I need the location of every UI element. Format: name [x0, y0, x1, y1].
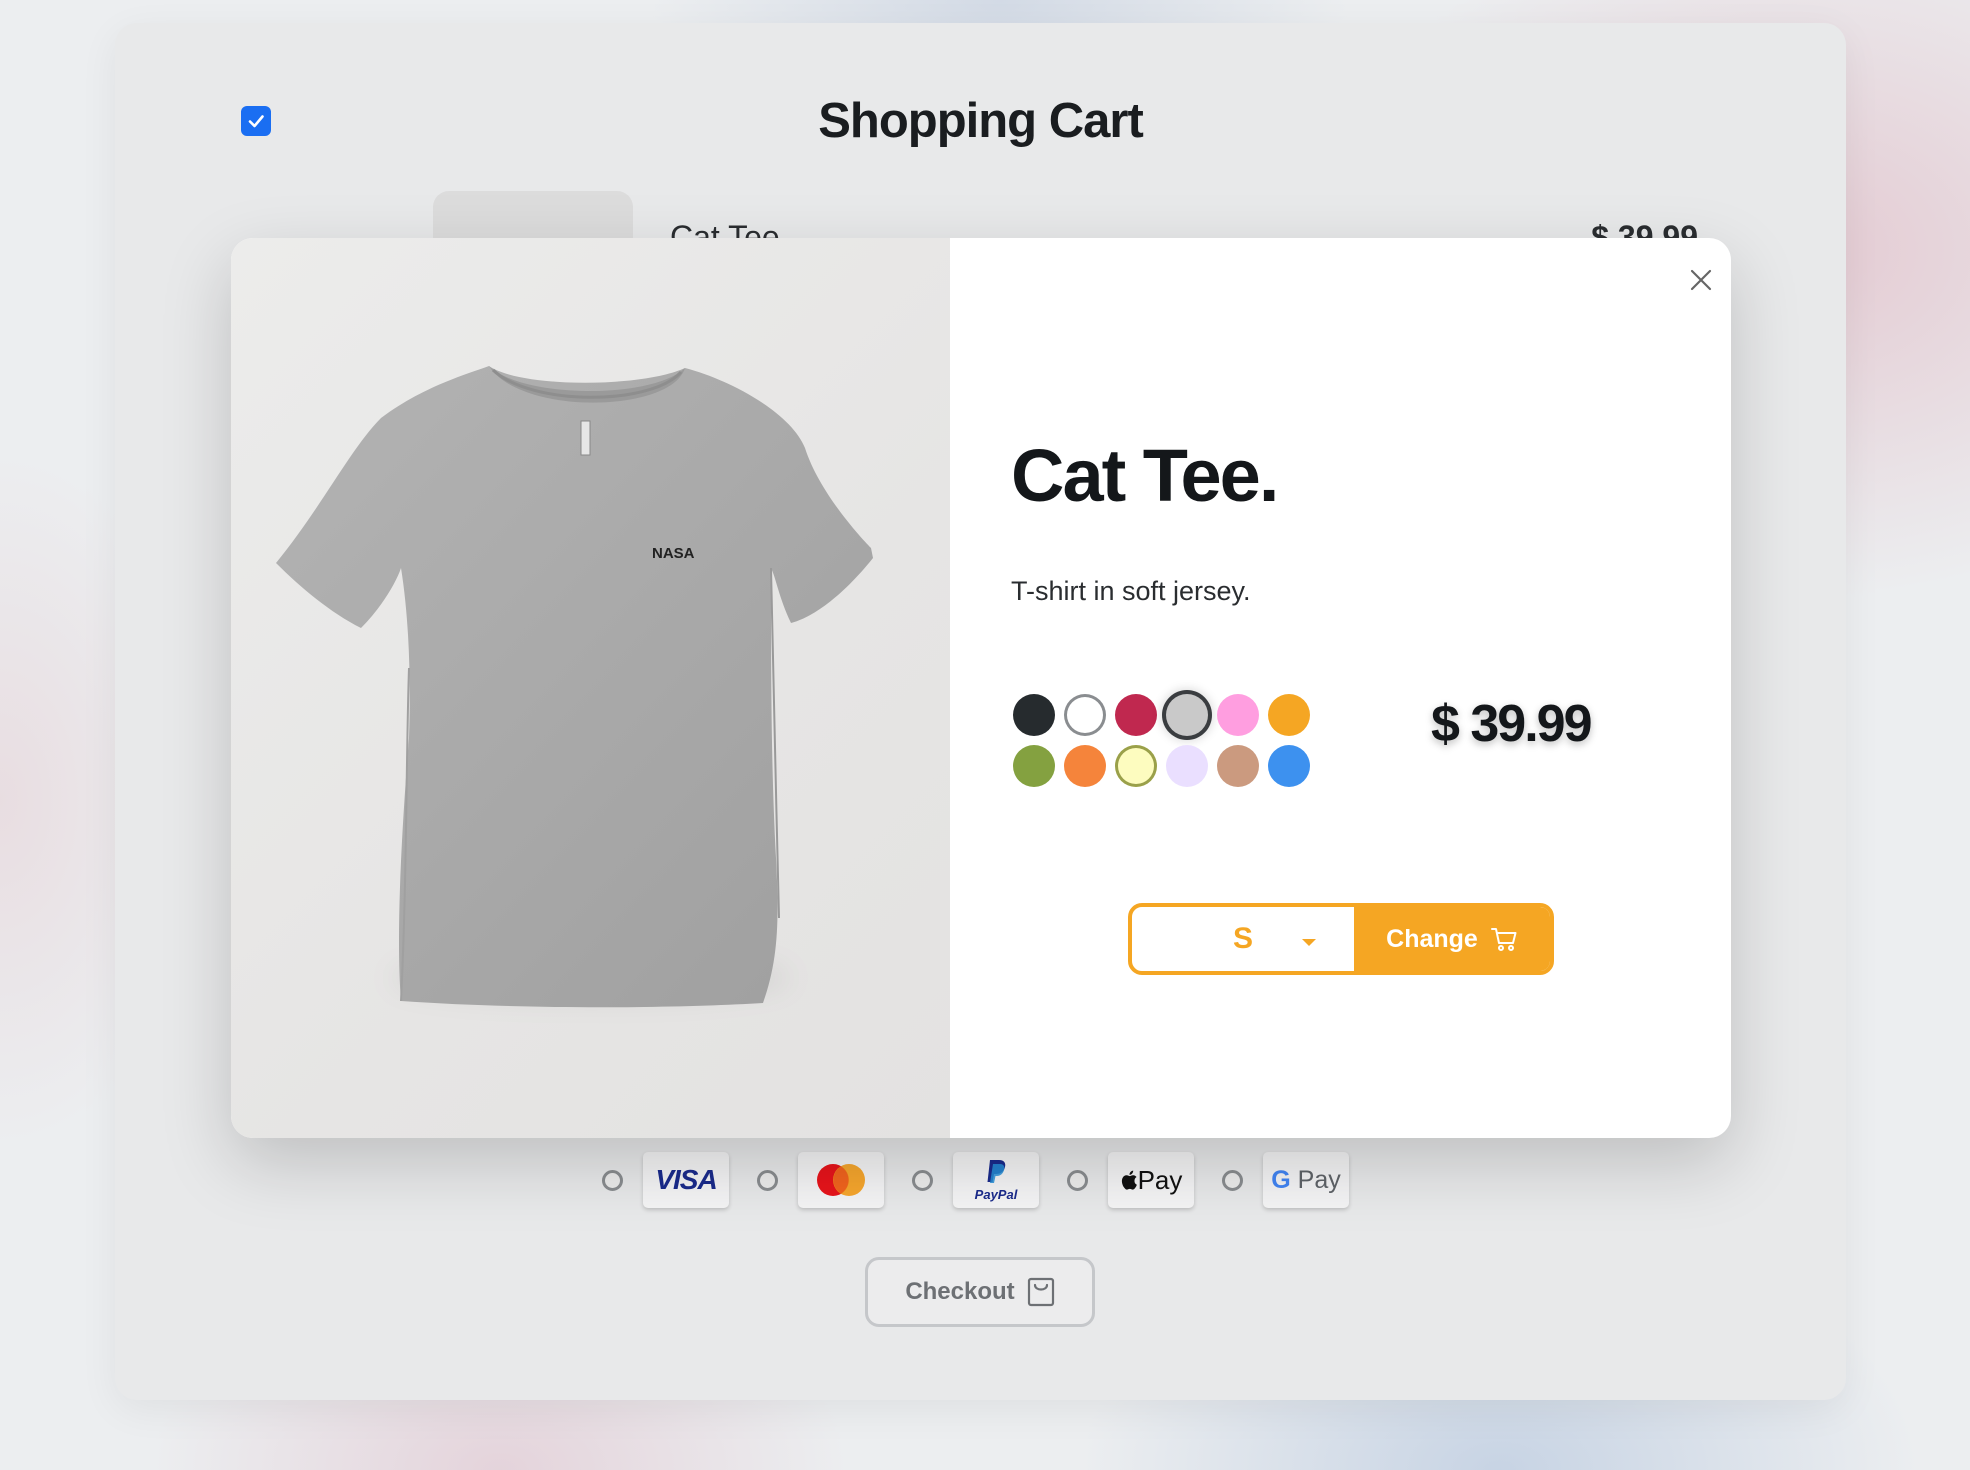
checkout-label: Checkout: [905, 1278, 1015, 1305]
tee-print-text: NASA: [652, 545, 695, 562]
google-g-icon: G: [1271, 1165, 1291, 1194]
payment-option-paypal[interactable]: PayPal: [912, 1152, 1039, 1208]
product-price: $ 39.99: [1431, 695, 1592, 753]
visa-card[interactable]: VISA: [643, 1152, 729, 1208]
google-pay-card[interactable]: G Pay: [1263, 1152, 1349, 1208]
color-swatch-crimson[interactable]: [1115, 694, 1157, 736]
mastercard-card[interactable]: [798, 1152, 884, 1208]
close-button[interactable]: [1681, 260, 1721, 300]
color-swatch-grey[interactable]: [1166, 694, 1208, 736]
visa-logo: VISA: [655, 1164, 717, 1195]
paypal-card[interactable]: PayPal: [953, 1152, 1039, 1208]
payment-option-google-pay[interactable]: G Pay: [1222, 1152, 1349, 1208]
product-modal: NASA Cat Tee. T-shirt in soft jersey. $ …: [231, 238, 1731, 1138]
size-select[interactable]: S: [1132, 907, 1354, 971]
mastercard-icon: [817, 1164, 865, 1196]
color-swatch-black[interactable]: [1013, 694, 1055, 736]
radio-visa[interactable]: [602, 1169, 623, 1191]
apple-pay-label: Pay: [1137, 1164, 1183, 1195]
change-label: Change: [1386, 924, 1478, 953]
google-pay-label: Pay: [1297, 1165, 1341, 1194]
caret-down-icon: [1302, 939, 1316, 946]
google-pay-logo: G Pay: [1271, 1166, 1341, 1195]
color-swatch-white[interactable]: [1064, 694, 1106, 736]
color-swatch-amber[interactable]: [1268, 694, 1310, 736]
color-swatch-orange[interactable]: [1064, 745, 1106, 787]
radio-apple-pay[interactable]: [1067, 1169, 1088, 1191]
color-swatch-lavender[interactable]: [1166, 745, 1208, 787]
color-swatch-olive[interactable]: [1013, 745, 1055, 787]
paypal-icon: [987, 1160, 1006, 1183]
size-value: S: [1232, 922, 1253, 955]
color-swatches: [1013, 694, 1323, 787]
product-image: NASA: [231, 238, 950, 1138]
product-title: Cat Tee.: [1011, 434, 1279, 517]
payment-methods: VISA PayPal Pay G Pay: [602, 1137, 1377, 1223]
radio-mastercard[interactable]: [757, 1169, 778, 1191]
color-swatch-cream[interactable]: [1115, 745, 1157, 787]
shopping-bag-icon: [1027, 1277, 1054, 1307]
paypal-logo: PayPal: [974, 1187, 1018, 1202]
payment-option-visa[interactable]: VISA: [602, 1152, 729, 1208]
size-change-group: S Change: [1128, 903, 1554, 975]
cart-icon: [1490, 928, 1517, 951]
change-button[interactable]: Change: [1354, 907, 1550, 971]
radio-paypal[interactable]: [912, 1169, 933, 1191]
product-description: T-shirt in soft jersey.: [1011, 576, 1251, 606]
color-swatch-blue[interactable]: [1268, 745, 1310, 787]
cart-title: Shopping Cart: [818, 94, 1144, 148]
apple-pay-card[interactable]: Pay: [1108, 1152, 1194, 1208]
payment-option-apple-pay[interactable]: Pay: [1067, 1152, 1194, 1208]
apple-icon: [1121, 1170, 1137, 1190]
checkout-button[interactable]: Checkout: [865, 1257, 1095, 1327]
color-swatch-pink[interactable]: [1217, 694, 1259, 736]
color-swatch-tan[interactable]: [1217, 745, 1259, 787]
close-icon: [1690, 269, 1712, 291]
radio-google-pay[interactable]: [1222, 1169, 1243, 1191]
t-shirt-image: NASA: [276, 366, 873, 1008]
payment-option-mastercard[interactable]: [757, 1152, 884, 1208]
